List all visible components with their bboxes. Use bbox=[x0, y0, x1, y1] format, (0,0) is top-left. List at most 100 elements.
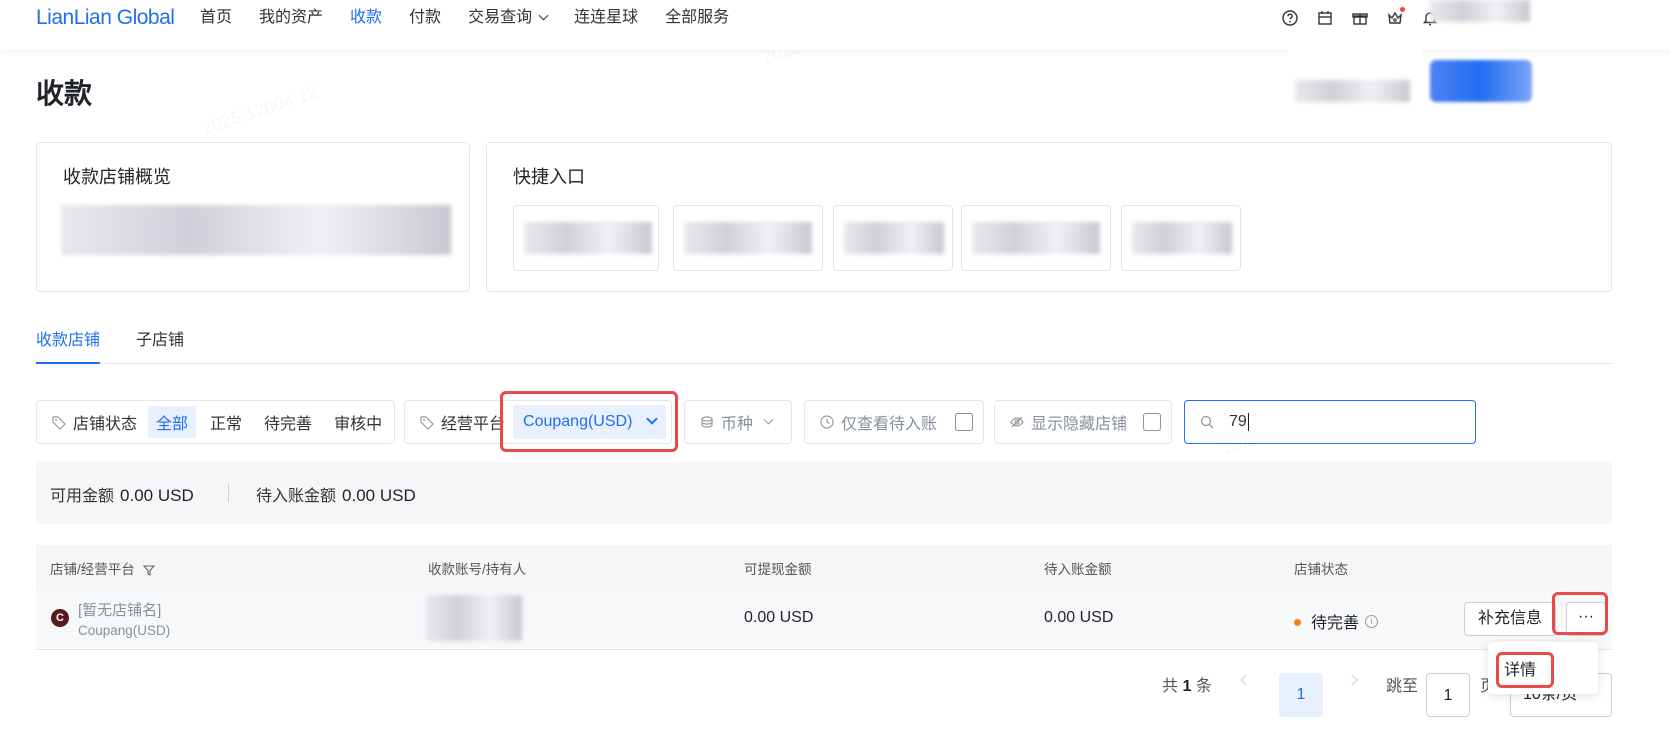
tab-sub-shops[interactable]: 子店铺 bbox=[136, 326, 184, 350]
header-withdrawable: 可提现金额 bbox=[744, 562, 812, 577]
available-label: 可用金额 bbox=[50, 488, 115, 505]
total-prefix: 共 bbox=[1162, 678, 1179, 695]
overview-stats-blurred bbox=[61, 205, 451, 255]
withdrawable-amount: 0.00 USD bbox=[744, 609, 814, 626]
status-option-incomplete[interactable]: 待完善 bbox=[256, 406, 320, 438]
info-icon[interactable]: i bbox=[1365, 615, 1379, 628]
eye-off-icon bbox=[1010, 416, 1024, 428]
table-row: C [暂无店铺名] Coupang(USD) 0.00 USD 0.00 USD… bbox=[36, 587, 1612, 650]
nav-item-assets[interactable]: 我的资产 bbox=[259, 0, 323, 36]
overview-card: 收款店铺概览 bbox=[36, 142, 470, 292]
show-hidden-filter[interactable]: 显示隐藏店铺 bbox=[994, 400, 1172, 444]
status-option-normal[interactable]: 正常 bbox=[202, 406, 250, 438]
clock-icon bbox=[820, 415, 834, 429]
pending-only-label: 仅查看待入账 bbox=[841, 416, 938, 433]
quick-entry-label-blurred bbox=[972, 222, 1100, 254]
nav-item-planet[interactable]: 连连星球 bbox=[574, 0, 638, 36]
quick-entry-item[interactable] bbox=[833, 205, 953, 271]
quick-entry-label-blurred bbox=[684, 222, 812, 254]
nav-item-transactions-label: 交易查询 bbox=[468, 9, 533, 26]
active-tab-indicator bbox=[36, 362, 100, 364]
quick-entry-label-blurred bbox=[1132, 222, 1232, 254]
prev-page-icon[interactable] bbox=[1240, 674, 1252, 686]
tag-icon bbox=[420, 416, 434, 430]
status-filter-label: 店铺状态 bbox=[73, 416, 138, 433]
account-avatar-blurred[interactable] bbox=[1430, 0, 1530, 22]
filter-icon[interactable] bbox=[142, 564, 155, 576]
logo[interactable]: LianLian Global bbox=[36, 6, 175, 30]
header-shop: 店铺/经营平台 bbox=[50, 558, 155, 578]
shop-name[interactable]: [暂无店铺名] bbox=[78, 599, 161, 620]
quick-entry-label-blurred bbox=[844, 222, 944, 254]
pending-label: 待入账金额 bbox=[256, 488, 337, 505]
search-box[interactable]: 79 bbox=[1184, 400, 1476, 444]
pending-amount: 0.00 USD bbox=[1044, 609, 1114, 626]
pagination-total: 共 1 条 bbox=[1162, 672, 1212, 696]
balance-summary: 可用金额 0.00 USD 待入账金额 0.00 USD bbox=[36, 462, 1612, 524]
next-page-icon[interactable] bbox=[1346, 674, 1358, 686]
currency-filter[interactable]: 币种 bbox=[684, 400, 792, 444]
status-option-all[interactable]: 全部 bbox=[148, 406, 197, 438]
crown-icon[interactable] bbox=[1385, 7, 1405, 28]
page-button-current[interactable]: 1 bbox=[1279, 673, 1323, 717]
table-header: 店铺/经营平台 收款账号/持有人 可提现金额 待入账金额 店铺状态 bbox=[36, 545, 1612, 587]
account-name-blurred bbox=[1295, 80, 1410, 102]
quick-entry-item[interactable] bbox=[1121, 205, 1241, 271]
pending-balance: 待入账金额 0.00 USD bbox=[256, 482, 416, 506]
top-icons bbox=[1280, 7, 1440, 28]
help-icon[interactable] bbox=[1280, 8, 1300, 28]
pending-only-filter[interactable]: 仅查看待入账 bbox=[804, 400, 984, 444]
highlight-box-detail bbox=[1496, 652, 1554, 688]
supplement-info-button[interactable]: 补充信息 bbox=[1464, 602, 1556, 636]
notification-dot bbox=[1400, 7, 1405, 12]
watermark: 2025 12004 12 bbox=[200, 82, 321, 139]
quick-entry-item[interactable] bbox=[513, 205, 659, 271]
gift-icon[interactable] bbox=[1350, 8, 1370, 28]
highlight-box-more bbox=[1552, 592, 1608, 635]
quick-entry-item[interactable] bbox=[961, 205, 1111, 271]
jump-label: 跳至 bbox=[1386, 678, 1419, 695]
total-count: 1 bbox=[1182, 678, 1192, 695]
overview-card-title: 收款店铺概览 bbox=[63, 167, 171, 187]
primary-action-button-blurred[interactable] bbox=[1430, 60, 1532, 102]
quick-entry-item[interactable] bbox=[673, 205, 823, 271]
chevron-down-icon bbox=[538, 10, 549, 21]
status-option-reviewing[interactable]: 审核中 bbox=[326, 406, 390, 438]
coins-icon bbox=[701, 416, 713, 428]
nav-item-all-services[interactable]: 全部服务 bbox=[665, 0, 729, 36]
show-hidden-label: 显示隐藏店铺 bbox=[1031, 416, 1128, 433]
show-hidden-checkbox[interactable] bbox=[1143, 413, 1161, 431]
tag-icon bbox=[52, 416, 66, 430]
pending-only-checkbox[interactable] bbox=[955, 413, 973, 431]
nav-item-receive[interactable]: 收款 bbox=[350, 0, 382, 36]
highlight-box-platform bbox=[500, 391, 678, 452]
search-input[interactable]: 79 bbox=[1229, 413, 1247, 431]
main-nav: 首页 我的资产 收款 付款 交易查询 连连星球 全部服务 bbox=[200, 0, 756, 36]
available-balance: 可用金额 0.00 USD bbox=[50, 482, 194, 506]
platform-avatar: C bbox=[51, 609, 69, 627]
header-status: 店铺状态 bbox=[1294, 562, 1348, 577]
header-account: 收款账号/持有人 bbox=[428, 562, 527, 577]
nav-item-home[interactable]: 首页 bbox=[200, 0, 232, 36]
status-dot bbox=[1294, 619, 1301, 626]
nav-item-transactions[interactable]: 交易查询 bbox=[468, 0, 549, 36]
nav-item-pay[interactable]: 付款 bbox=[409, 0, 441, 36]
status-filter: 店铺状态 全部 正常 待完善 审核中 bbox=[36, 400, 395, 444]
currency-filter-label: 币种 bbox=[721, 416, 754, 433]
header-pending: 待入账金额 bbox=[1044, 562, 1112, 577]
chevron-down-icon bbox=[763, 414, 774, 424]
text-cursor bbox=[1247, 413, 1249, 431]
shop-status: 待完善 i bbox=[1294, 609, 1379, 633]
pending-value: 0.00 USD bbox=[342, 486, 416, 505]
total-suffix: 条 bbox=[1195, 678, 1212, 695]
shop-tabs: 收款店铺 子店铺 bbox=[36, 312, 1612, 364]
header-shop-label: 店铺/经营平台 bbox=[50, 562, 135, 577]
page-title: 收款 bbox=[36, 78, 93, 109]
calendar-icon[interactable] bbox=[1315, 8, 1335, 28]
tab-receive-shops[interactable]: 收款店铺 bbox=[36, 326, 100, 350]
platform-filter-label: 经营平台 bbox=[441, 416, 506, 433]
jump-page-input[interactable]: 1 bbox=[1426, 673, 1470, 717]
shop-platform: Coupang(USD) bbox=[78, 623, 171, 638]
quick-entry-card: 快捷入口 bbox=[486, 142, 1612, 292]
quick-entry-title: 快捷入口 bbox=[513, 167, 585, 187]
